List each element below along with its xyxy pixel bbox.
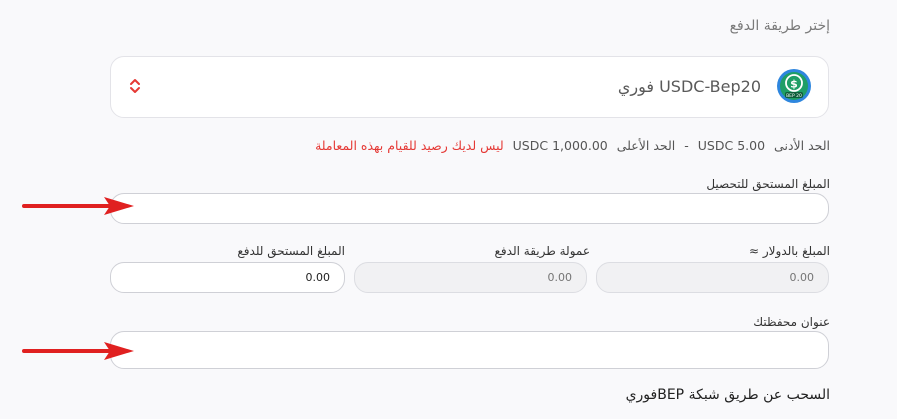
- payment-method-label: USDC-Bep20 فوري: [617, 77, 761, 96]
- insufficient-balance-error: ليس لديك رصيد للقيام بهذه المعاملة: [315, 138, 504, 153]
- select-sort-icon[interactable]: [128, 76, 142, 96]
- min-label: الحد الأدنى: [774, 138, 830, 153]
- min-value: 5.00 USDC: [697, 138, 766, 153]
- wallet-address-input[interactable]: [111, 332, 828, 368]
- limits-row: الحد الأدنى 5.00 USDC - الحد الأعلى 1,00…: [315, 138, 830, 153]
- limits-separator: -: [684, 138, 689, 153]
- usd-amount-label: المبلغ بالدولار ≈: [749, 244, 830, 258]
- wallet-address-field[interactable]: [110, 331, 829, 369]
- network-withdrawal-text: السحب عن طريق شبكة BEPفوري: [625, 387, 830, 403]
- method-fee-input: [355, 263, 586, 292]
- usdc-bep20-icon: $ BEP 20: [777, 69, 811, 103]
- red-arrow-pointer: [22, 342, 134, 360]
- coin-badge-text: BEP 20: [786, 93, 802, 99]
- max-label: الحد الأعلى: [616, 138, 676, 153]
- usd-amount-field: [596, 262, 829, 293]
- section-title: إختر طريقة الدفع: [729, 18, 830, 34]
- usd-amount-input: [597, 263, 828, 292]
- amount-due-pay-label: المبلغ المستحق للدفع: [237, 244, 345, 258]
- amount-due-collect-field[interactable]: [110, 193, 829, 224]
- red-arrow-pointer: [22, 197, 134, 215]
- amount-due-pay-field[interactable]: [110, 262, 345, 293]
- amount-due-collect-label: المبلغ المستحق للتحصيل: [706, 177, 830, 191]
- method-fee-field: [354, 262, 587, 293]
- max-value: 1,000.00 USDC: [512, 138, 608, 153]
- wallet-address-label: عنوان محفظتك: [753, 315, 830, 329]
- amount-due-pay-input[interactable]: [111, 263, 344, 292]
- amount-due-collect-input[interactable]: [111, 194, 828, 223]
- coin-symbol: $: [790, 78, 798, 91]
- method-fee-label: عمولة طريقة الدفع: [494, 244, 590, 258]
